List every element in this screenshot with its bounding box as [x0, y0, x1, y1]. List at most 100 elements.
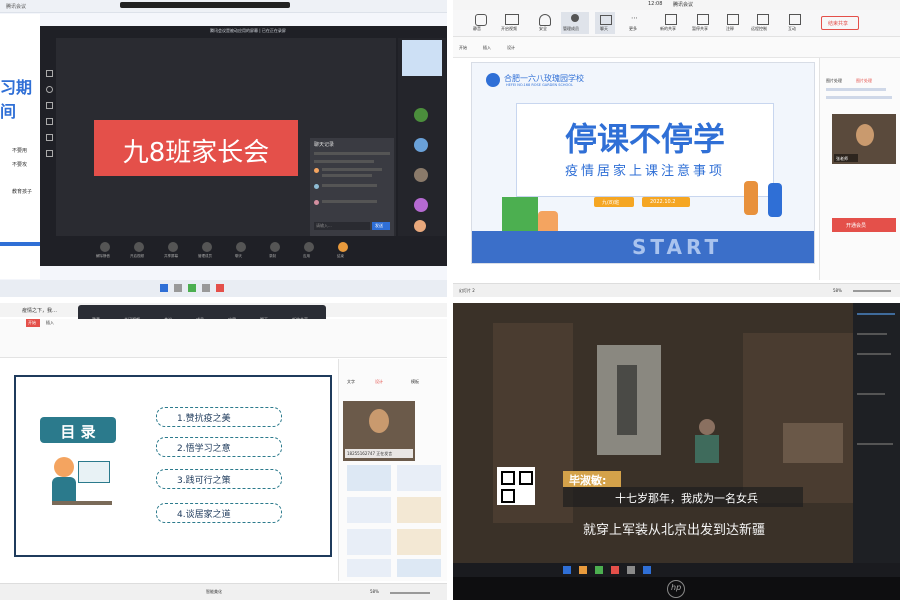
share-icon[interactable] [168, 242, 178, 252]
side-tab[interactable]: 文字 [347, 379, 355, 385]
app-icon[interactable] [160, 284, 168, 292]
tool-label: 管理成员 [198, 254, 212, 258]
chat-line [857, 443, 893, 445]
participant-video[interactable]: 18255162747 正在发言 [343, 401, 415, 461]
menu-item[interactable]: 设计 [507, 45, 515, 51]
notification-bar [120, 2, 290, 8]
app-icon[interactable] [188, 284, 196, 292]
tab-label[interactable]: 插入 [46, 320, 54, 326]
zoom-level: 58% [833, 288, 842, 293]
undo-icon[interactable] [46, 150, 53, 157]
monitor-illustration [78, 461, 110, 483]
zoom-slider[interactable] [390, 592, 430, 594]
date-tag-text: 2022.10.2 [650, 199, 676, 205]
class-tag-text: 九(8)班 [602, 200, 620, 206]
tool-label: 注释 [726, 26, 734, 31]
end-icon[interactable] [338, 242, 348, 252]
side-tab[interactable]: 设计 [375, 379, 383, 385]
record-icon[interactable] [270, 242, 280, 252]
historic-photo [597, 345, 661, 455]
ppt-ribbon: 开始 插入 设计 [453, 37, 900, 58]
template-thumb[interactable] [397, 465, 441, 491]
app-icon[interactable] [202, 284, 210, 292]
more-icon[interactable]: ⋯ [631, 14, 638, 22]
app-icon[interactable] [579, 566, 587, 574]
members-icon[interactable] [202, 242, 212, 252]
text-icon[interactable] [46, 118, 53, 125]
template-thumb[interactable] [397, 497, 441, 523]
camera-icon[interactable] [134, 242, 144, 252]
template-thumb[interactable] [347, 529, 391, 555]
name-tag: 张老师 [834, 154, 858, 162]
slide-canvas: 合肥一六八玫瑰园学校 HEFEI NO.168 ROSE GARDEN SCHO… [471, 62, 815, 264]
app-icon[interactable] [216, 284, 224, 292]
side-tab[interactable]: 图片处理 [826, 78, 842, 84]
bullet-3: 教育孩子 [12, 189, 33, 195]
chat-icon[interactable] [236, 242, 246, 252]
caption-line-1: 十七岁那年，我成为一名女兵 [615, 492, 758, 505]
chat-button[interactable]: 聊天 [595, 12, 615, 34]
tool-label: 聊天 [235, 254, 242, 258]
pen-icon[interactable] [46, 86, 53, 93]
template-thumb[interactable] [347, 497, 391, 523]
menu-item[interactable]: 插入 [483, 45, 491, 51]
app-icon[interactable] [611, 566, 619, 574]
camera-icon[interactable] [505, 14, 519, 25]
slide-remnant: 习期间 不要用 不要攻 教育孩子 [0, 14, 40, 279]
annotate-icon[interactable] [727, 14, 739, 25]
progress-line [826, 96, 892, 99]
app-icon[interactable] [643, 566, 651, 574]
mic-icon[interactable] [100, 242, 110, 252]
pointer-icon[interactable] [46, 70, 53, 77]
participant-avatar [414, 168, 428, 182]
app-icon[interactable] [174, 284, 182, 292]
app-icon[interactable] [627, 566, 635, 574]
remote-control-icon[interactable] [757, 14, 769, 25]
ribbon-tab-active[interactable]: 开始 [26, 319, 40, 327]
template-thumb[interactable] [397, 559, 441, 577]
participant-avatar [414, 220, 426, 232]
pause-share-icon[interactable] [697, 14, 709, 25]
side-tab[interactable]: 模板 [411, 379, 419, 385]
date-tag: 2022.10.2 [642, 197, 690, 207]
end-share-button[interactable]: 结束共享 [821, 16, 859, 30]
catalog-item: 2.悟学习之意 [156, 437, 282, 457]
send-button[interactable]: 发送 [372, 222, 390, 230]
members-button[interactable]: 管理成员 [561, 12, 589, 34]
apps-icon[interactable] [304, 242, 314, 252]
zoom-slider[interactable] [853, 290, 891, 292]
shape-icon[interactable] [46, 102, 53, 109]
member-button[interactable]: 开通会员 [832, 218, 896, 232]
participant-tile[interactable] [402, 40, 442, 76]
tool-label: 共享屏幕 [164, 254, 178, 258]
audience [783, 423, 843, 463]
chat-line [857, 313, 895, 315]
person-illustration [54, 457, 74, 477]
caption-line-2: 就穿上军装从北京出发到达新疆 [583, 523, 766, 538]
template-thumb[interactable] [397, 529, 441, 555]
interact-icon[interactable] [789, 14, 801, 25]
app-icon[interactable] [595, 566, 603, 574]
chat-input[interactable]: 请输入... [314, 222, 370, 230]
chat-line [857, 333, 887, 335]
participant-video[interactable]: 张老师 [832, 114, 896, 164]
template-thumb[interactable] [347, 465, 391, 491]
menu-item[interactable]: 开始 [459, 45, 467, 51]
chat-line [314, 152, 390, 155]
hp-logo: hp [667, 580, 685, 598]
new-share-icon[interactable] [665, 14, 677, 25]
doc-tab[interactable]: 疫情之下，我… [22, 307, 57, 314]
side-tab[interactable]: 图片处理 [856, 78, 872, 84]
catalog-label-box: 目 录 [40, 417, 116, 443]
shield-icon[interactable] [539, 14, 551, 26]
tool-label: 安全 [539, 26, 547, 31]
template-thumb[interactable] [347, 559, 391, 577]
eraser-icon[interactable] [46, 134, 53, 141]
app-icon[interactable] [563, 566, 571, 574]
video-name: 张老师 [836, 156, 848, 161]
subtitle: 疫情居家上课注意事项 [564, 164, 725, 179]
annotation-toolbar [44, 66, 54, 186]
desk-illustration [52, 501, 112, 505]
beautify-label[interactable]: 智能美化 [206, 589, 222, 595]
mic-icon[interactable] [475, 14, 487, 26]
